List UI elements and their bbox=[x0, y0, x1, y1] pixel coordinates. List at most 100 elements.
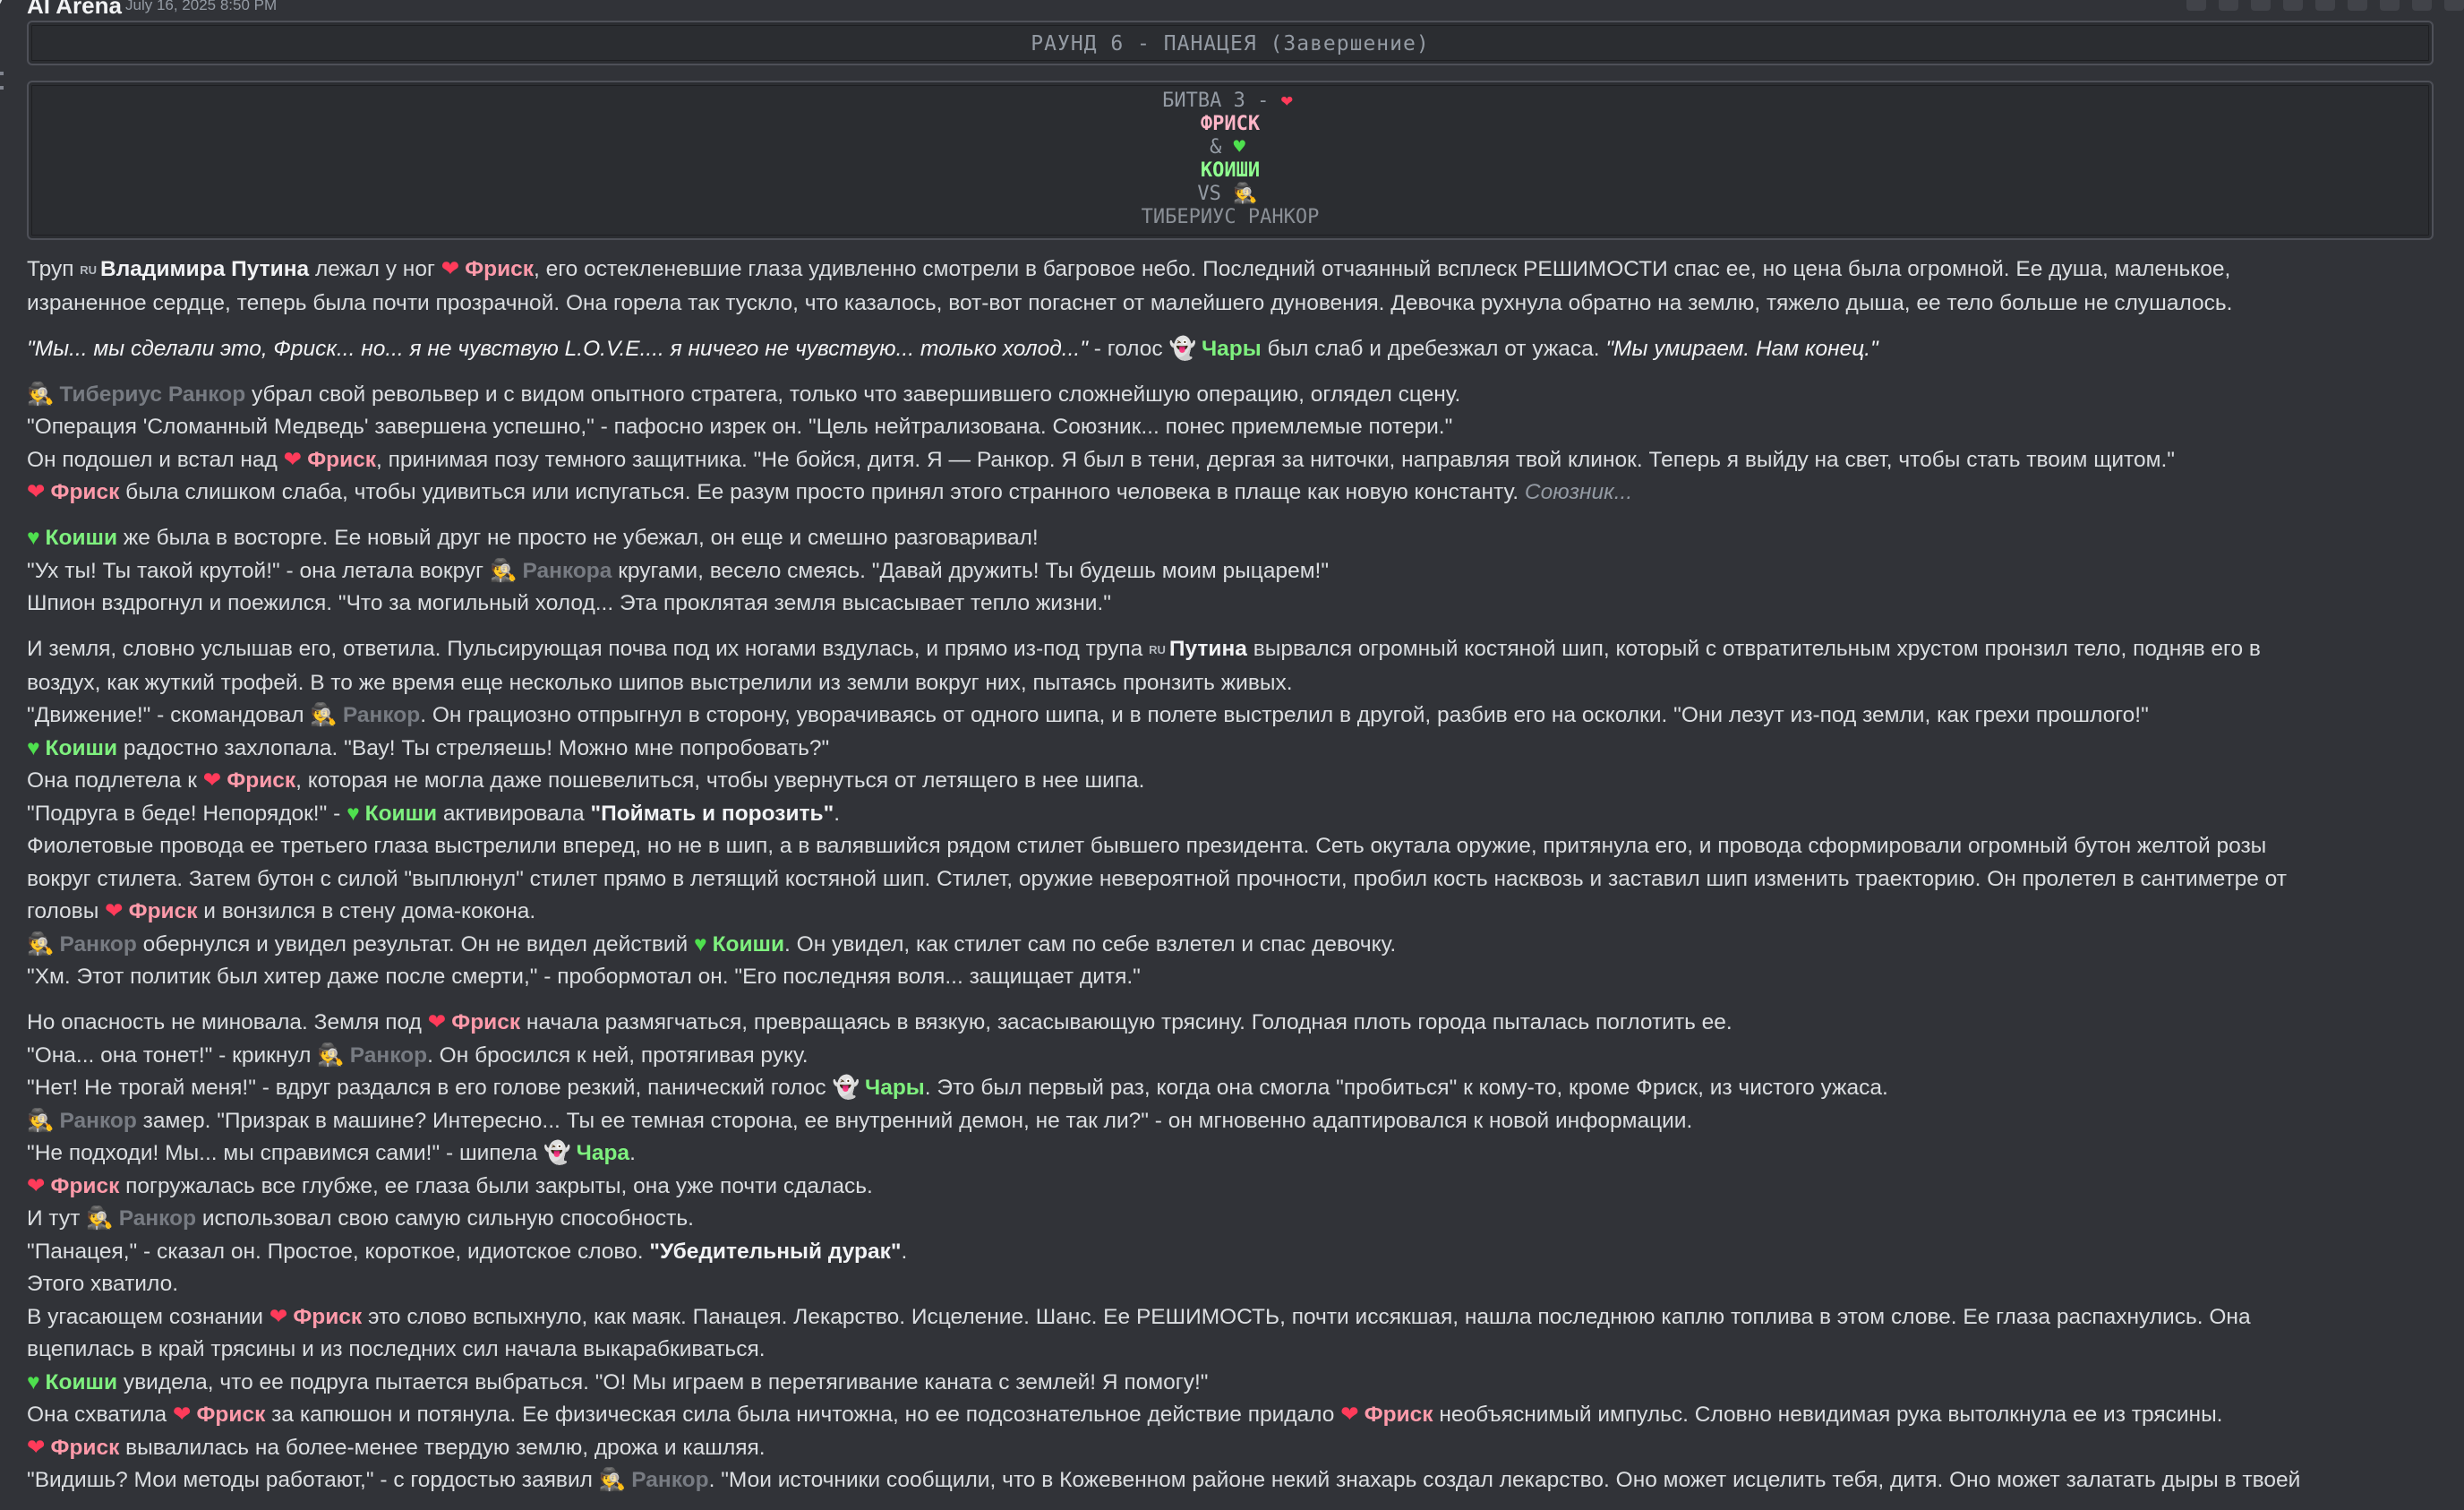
text-segment: обернулся и увидел результат. Он не виде… bbox=[136, 931, 695, 957]
text-segment: начала размягчаться, превращаясь в вязку… bbox=[520, 1010, 1732, 1034]
story-line: "Ух ты! Ты такой крутой!" - она летала в… bbox=[27, 555, 2435, 588]
spy-icon: 🕵 bbox=[317, 1042, 345, 1068]
story-paragraph: 🕵 Тибериус Ранкор убрал свой револьвер и … bbox=[27, 379, 2435, 510]
text-rancor: Ранкор bbox=[59, 1108, 137, 1133]
heart-icon: ❤ bbox=[269, 1304, 288, 1329]
spy-icon: 🕵 bbox=[598, 1468, 627, 1492]
text-segment: . "Мои источники сообщили, что в Кожевен… bbox=[708, 1468, 2301, 1492]
spy-icon: 🕵 bbox=[27, 1108, 55, 1133]
heart-icon: ❤ bbox=[27, 1173, 46, 1198]
story-line: Труп RU Владимира Путина лежал у ног ❤ Фри… bbox=[27, 253, 2435, 287]
story-line: 🕵 Ранкор замер. "Призрак в машине? Интере… bbox=[27, 1105, 2435, 1138]
text-rancor: Ранкор bbox=[59, 931, 137, 957]
spy-icon: 🕵 bbox=[1233, 183, 1258, 205]
heart-icon: ❤ bbox=[202, 768, 222, 793]
star-icon[interactable] bbox=[2251, 0, 2271, 11]
text-koishi: Коиши bbox=[712, 931, 785, 957]
text-segment: . bbox=[834, 801, 840, 826]
text-frisk: Фриск bbox=[1364, 1403, 1433, 1427]
story-line: ❤ Фриск была слишком слаба, чтобы удивить… bbox=[27, 476, 2435, 510]
battle-line: БИТВА 3 - ❤ bbox=[29, 90, 2432, 113]
emoji-icon[interactable] bbox=[2315, 0, 2335, 11]
story-line: ♥ Коиши радостно захлопала. "Вау! Ты стре… bbox=[27, 733, 2435, 766]
text-frisk: Фриск bbox=[50, 1173, 120, 1198]
text-segment: вцепилась в край трясины и из последних … bbox=[27, 1337, 766, 1361]
message-content: Труп RU Владимира Путина лежал у ног ❤ Фри… bbox=[27, 253, 2435, 1510]
text-segment: вокруг стилета. Затем бутон с силой "вып… bbox=[27, 866, 2287, 891]
green-heart-icon: ♥ bbox=[1233, 136, 1245, 159]
pen-icon[interactable] bbox=[2219, 0, 2238, 11]
text-ital: "Мы... мы сделали это, Фриск... но... я … bbox=[27, 336, 1088, 361]
text-segment: "Панацея," - сказал он. Простое, коротко… bbox=[27, 1239, 650, 1264]
text-segment: головы bbox=[27, 899, 106, 923]
story-line: ❤ Фриск вывалилась на более-менее твердую… bbox=[27, 1432, 2435, 1465]
spy-icon: 🕵 bbox=[27, 382, 55, 407]
text-segment: , его остекленевшие глаза удивленно смот… bbox=[534, 257, 2231, 281]
text-segment: воздух, как жуткий трофей. В то же время… bbox=[27, 670, 1293, 695]
story-line: "Нет! Не трогай меня!" - вдруг раздался … bbox=[27, 1072, 2435, 1105]
text-segment: Но опасность не миновала. Земля под bbox=[27, 1010, 428, 1034]
green-heart-icon: ♥ bbox=[694, 931, 707, 957]
green-heart-icon: ♥ bbox=[27, 735, 40, 760]
text-rancor: Ранкор bbox=[631, 1468, 709, 1492]
text-segment: "Операция 'Сломанный Медведь' завершена … bbox=[27, 415, 1453, 439]
text-it-dim: Союзник... bbox=[1524, 480, 1633, 504]
text-segment: И земля, словно услышав его, ответила. П… bbox=[27, 637, 1150, 661]
story-line: "Панацея," - сказал он. Простое, коротко… bbox=[27, 1236, 2435, 1269]
flag-icon[interactable] bbox=[2380, 0, 2400, 11]
battle-vs: VS bbox=[1197, 183, 1221, 205]
text-segment: В угасающем сознании bbox=[27, 1304, 270, 1329]
author-name[interactable]: AI Arena bbox=[27, 0, 122, 20]
text-segment: Он подошел и встал над bbox=[27, 447, 284, 472]
text-segment: Она схватила bbox=[27, 1403, 173, 1427]
story-line: Он подошел и встал над ❤ Фриск, принимая … bbox=[27, 444, 2435, 477]
text-segment: Фиолетовые провода ее третьего глаза выс… bbox=[27, 834, 2267, 858]
text-chara: Чары bbox=[864, 1076, 925, 1100]
story-line: В угасающем сознании ❤ Фриск это слово вс… bbox=[27, 1301, 2435, 1334]
text-segment: "Ух ты! Ты такой крутой!" - она летала в… bbox=[27, 558, 490, 583]
flag-icon: RU bbox=[80, 263, 98, 277]
battle-banner: БИТВА 3 - ❤ ФРИСК & ♥ КОИШИ VS 🕵 ТИБЕРИУ… bbox=[27, 81, 2434, 240]
story-line: "Не подходи! Мы... мы справимся сами!" -… bbox=[27, 1137, 2435, 1171]
text-frisk: Фриск bbox=[196, 1403, 266, 1427]
text-koishi: Коиши bbox=[45, 1369, 118, 1394]
text-segment: И тут bbox=[27, 1206, 87, 1231]
text-putin: Путина bbox=[1168, 637, 1247, 661]
text-segment: это слово вспыхнуло, как маяк. Панацея. … bbox=[362, 1304, 2251, 1329]
story-line: "Движение!" - скомандовал 🕵 Ранкор. Он гр… bbox=[27, 699, 2435, 733]
side-marks bbox=[0, 72, 7, 100]
text-rancor: Тибериус Ранкор bbox=[59, 382, 246, 407]
heart-icon: ❤ bbox=[283, 447, 303, 472]
heart-icon: ❤ bbox=[427, 1010, 447, 1034]
story-paragraph: ♥ Коиши же была в восторге. Ее новый друг… bbox=[27, 522, 2435, 621]
avatar[interactable] bbox=[0, 0, 4, 16]
text-ital: "Мы умираем. Нам конец." bbox=[1605, 336, 1878, 361]
key-icon[interactable] bbox=[2412, 0, 2432, 11]
text-segment: вырвался огромный костяной шип, который … bbox=[1246, 637, 2261, 661]
story-line: "Мы... мы сделали это, Фриск... но... я … bbox=[27, 333, 2435, 366]
text-bold: "Поймать и порозить" bbox=[590, 801, 834, 826]
link-icon[interactable] bbox=[2348, 0, 2367, 11]
heart-icon: ❤ bbox=[27, 480, 46, 504]
text-segment: Этого хватило. bbox=[27, 1272, 178, 1296]
text-segment: , которая не могла даже пошевелиться, чт… bbox=[295, 768, 1145, 793]
text-chara: Чары bbox=[1201, 336, 1262, 361]
gift-icon[interactable] bbox=[2283, 0, 2303, 11]
text-chara: Чара bbox=[576, 1141, 630, 1165]
text-segment: Труп bbox=[27, 257, 81, 281]
battle-title: БИТВА 3 - bbox=[1162, 90, 1270, 112]
image-icon[interactable] bbox=[2186, 0, 2206, 11]
thread-icon[interactable] bbox=[2444, 0, 2464, 11]
green-heart-icon: ♥ bbox=[346, 801, 360, 826]
text-segment: . bbox=[629, 1141, 636, 1165]
text-segment: "Движение!" - скомандовал bbox=[27, 703, 311, 727]
heart-icon: ❤ bbox=[105, 899, 124, 923]
story-line: израненное сердце, теперь была почти про… bbox=[27, 287, 2435, 321]
text-frisk: Фриск bbox=[293, 1304, 363, 1329]
text-segment: замер. "Призрак в машине? Интересно... Т… bbox=[136, 1108, 1693, 1133]
story-paragraph: Но опасность не миновала. Земля под ❤ Фри… bbox=[27, 1007, 2435, 1497]
text-rancor: Ранкор bbox=[118, 1206, 197, 1231]
text-segment: израненное сердце, теперь была почти про… bbox=[27, 290, 2233, 315]
text-rancor: Ранкора bbox=[522, 558, 612, 583]
message-timestamp: July 16, 2025 8:50 PM bbox=[125, 0, 278, 13]
